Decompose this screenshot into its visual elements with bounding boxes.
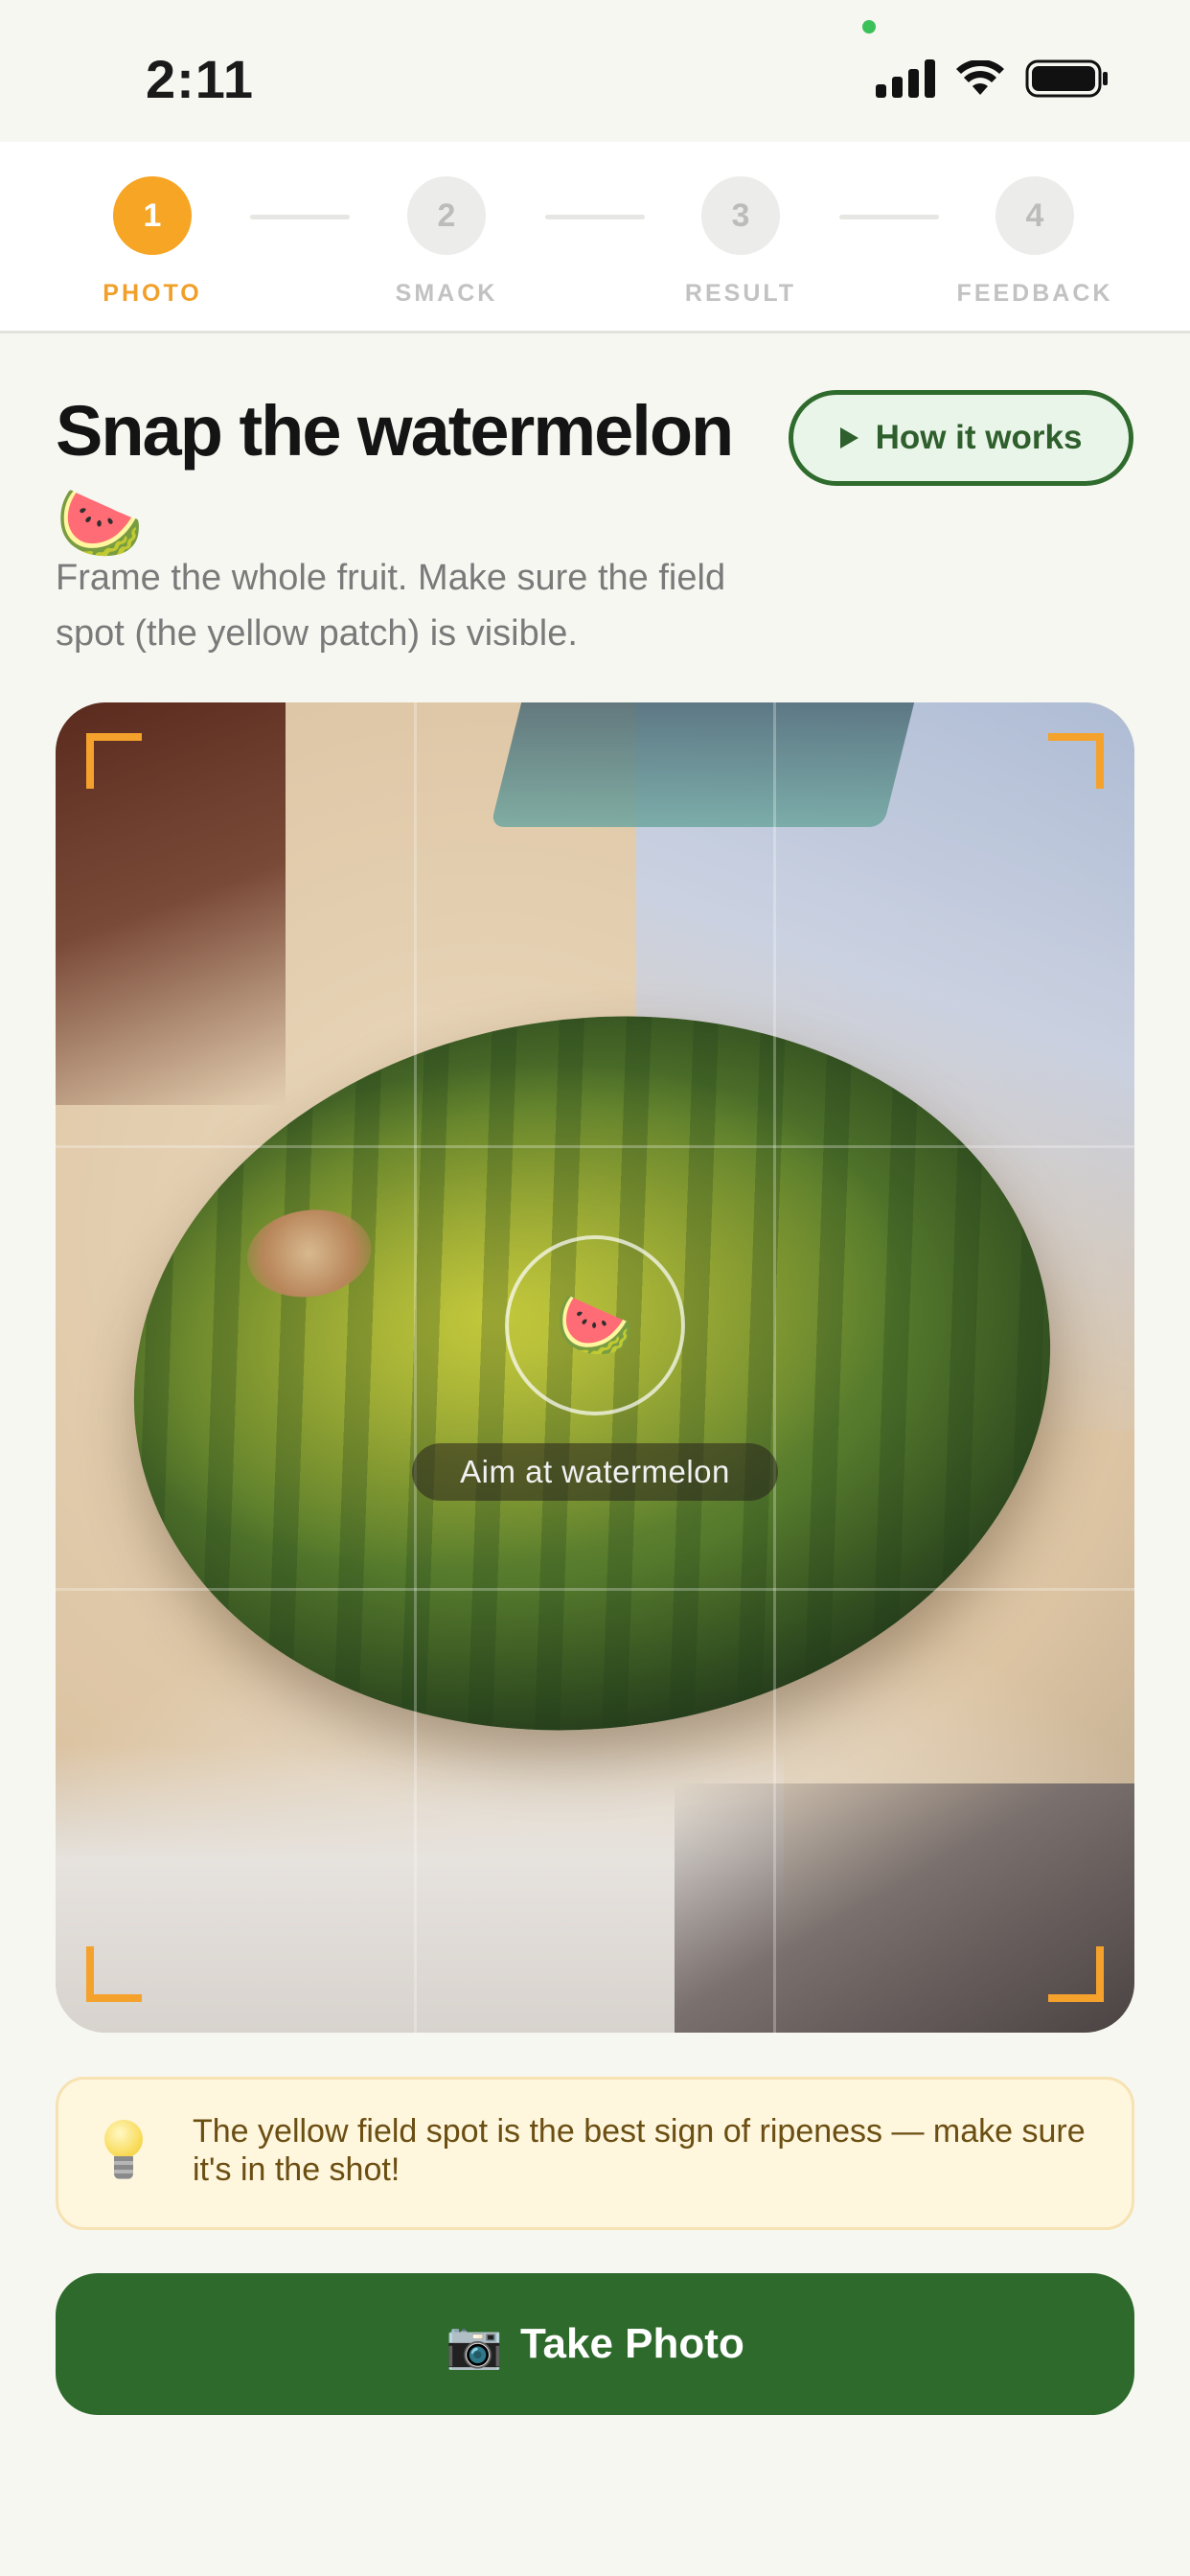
- camera-viewfinder[interactable]: 🍉 Aim at watermelon: [56, 702, 1134, 2033]
- how-it-works-button[interactable]: How it works: [789, 390, 1133, 486]
- status-icons: [876, 58, 1110, 100]
- aim-hint: Aim at watermelon: [412, 1443, 778, 1501]
- step-number: 4: [995, 176, 1074, 255]
- grid-line: [56, 1588, 1134, 1591]
- take-photo-button[interactable]: 📷 Take Photo: [56, 2273, 1134, 2415]
- step-result: 3 RESULT: [659, 176, 822, 308]
- frame-corner-top-left: [86, 733, 142, 789]
- frame-corner-bottom-left: [86, 1946, 142, 2002]
- tip-text: The yellow field spot is the best sign o…: [193, 2113, 1086, 2188]
- wifi-icon: [956, 60, 1004, 95]
- frame-corner-bottom-right: [1048, 1946, 1104, 2002]
- step-connector: [839, 215, 939, 219]
- grid-line: [56, 1145, 1134, 1148]
- page-title: Snap the watermelon 🍉: [56, 391, 734, 563]
- aim-target-reticle: 🍉: [505, 1235, 685, 1415]
- step-label: FEEDBACK: [956, 280, 1113, 307]
- watermelon-icon: 🍉: [555, 1289, 635, 1360]
- status-time: 2:11: [146, 49, 254, 109]
- step-smack: 2 SMACK: [365, 176, 528, 308]
- play-icon: [839, 427, 858, 448]
- ripeness-tip: The yellow field spot is the best sign o…: [56, 2077, 1134, 2230]
- camera-in-use-indicator: [862, 20, 876, 34]
- frame-corner-top-right: [1048, 733, 1104, 789]
- page-subtitle: Frame the whole fruit. Make sure the fie…: [56, 558, 726, 654]
- step-label: RESULT: [684, 280, 797, 307]
- step-label: PHOTO: [103, 280, 202, 307]
- take-photo-label: Take Photo: [519, 2320, 744, 2367]
- step-feedback: 4 FEEDBACK: [953, 176, 1116, 308]
- how-it-works-label: How it works: [875, 419, 1083, 456]
- status-bar: 2:11: [0, 0, 1190, 142]
- camera-icon: 📷: [446, 2319, 503, 2371]
- background-tray: [490, 702, 915, 827]
- step-number: 1: [113, 176, 192, 255]
- step-number: 3: [701, 176, 780, 255]
- grid-line: [414, 702, 417, 2033]
- step-photo: 1 PHOTO: [71, 176, 234, 308]
- step-label: SMACK: [395, 280, 498, 307]
- step-number: 2: [407, 176, 486, 255]
- progress-stepper: 1 PHOTO 2 SMACK 3 RESULT 4 FEEDBACK: [0, 142, 1190, 334]
- step-connector: [250, 215, 350, 219]
- lightbulb-icon: [103, 2120, 145, 2189]
- step-connector: [545, 215, 645, 219]
- battery-icon: [1025, 59, 1108, 98]
- cellular-signal-icon: [876, 59, 935, 98]
- grid-line: [773, 702, 776, 2033]
